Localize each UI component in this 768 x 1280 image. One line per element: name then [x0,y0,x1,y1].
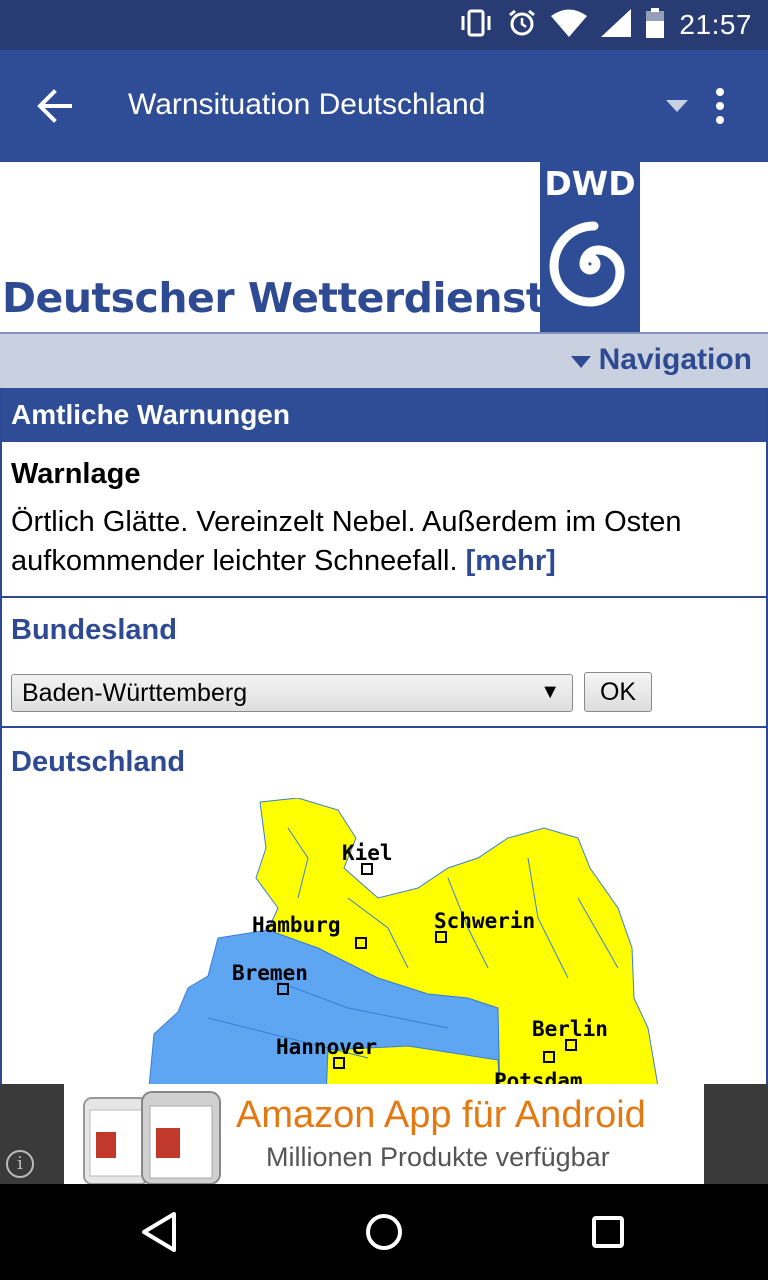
system-navigation-bar [0,1184,768,1280]
select-arrow-icon: ▼ [540,681,560,703]
ad-headline: Amazon App für Android [236,1094,646,1136]
dwd-banner[interactable]: Deutscher Wetterdienst DWD [0,162,768,332]
city-label-kiel: Kiel [342,841,393,865]
more-vert-icon [716,88,724,124]
bundesland-selected-value: Baden-Württemberg [22,679,248,707]
arrow-back-icon [37,89,72,123]
ad-info-icon[interactable]: i [6,1150,34,1178]
ad-content[interactable]: Amazon App für Android Millionen Produkt… [64,1084,704,1184]
navigation-label: Navigation [598,343,752,376]
warnlage-box: Warnlage Örtlich Glätte. Vereinzelt Nebe… [2,442,766,598]
ok-button[interactable]: OK [584,672,652,712]
triangle-down-icon [570,356,591,368]
city-label-hamburg: Hamburg [252,913,341,937]
warnlage-text: Örtlich Glätte. Vereinzelt Nebel. Außerd… [11,506,682,577]
city-label-schwerin: Schwerin [434,909,535,933]
ad-subline: Millionen Produkte verfügbar [266,1142,610,1172]
section-header: Amtliche Warnungen [2,388,766,442]
bundesland-box: Bundesland Baden-Württemberg ▼ OK [2,598,766,728]
home-nav-icon[interactable] [362,1210,406,1254]
deutschland-heading: Deutschland [11,746,186,778]
spiral-icon [549,221,625,307]
back-nav-icon[interactable] [138,1210,182,1254]
back-button[interactable] [30,80,82,132]
city-label-berlin: Berlin [532,1017,608,1041]
recents-nav-icon[interactable] [586,1210,630,1254]
city-marker [361,863,373,875]
warning-map[interactable]: Kiel Hamburg Schwerin Bremen Berlin Hann… [148,798,660,1084]
ad-banner[interactable]: i Amazon App für Android Millionen Produ… [0,1084,768,1184]
dwd-wordmark: Deutscher Wetterdienst [2,274,546,322]
app-bar: Warnsituation Deutschland [0,50,768,162]
more-link[interactable]: [mehr] [466,545,556,577]
city-label-hannover: Hannover [276,1035,377,1059]
dwd-logo: DWD [540,162,640,332]
status-bar: 21:57 [0,0,768,50]
bundesland-select[interactable]: Baden-Württemberg ▼ [11,674,573,712]
city-label-potsdam: Potsdam [494,1069,583,1084]
warnlage-text-block: Örtlich Glätte. Vereinzelt Nebel. Außerd… [11,503,757,581]
page-title: Warnsituation Deutschland [128,88,486,121]
main-content: Amtliche Warnungen Warnlage Örtlich Glät… [0,388,768,1084]
deutschland-box: Deutschland Kiel Hamburg Schwerin Bremen… [2,728,766,1084]
clock: 21:57 [679,9,752,40]
phones-image [83,1091,221,1184]
vibrate-icon [459,8,493,43]
battery-icon [645,7,665,43]
warnlage-heading: Warnlage [11,458,141,490]
dwd-logo-text: DWD [544,164,636,203]
wifi-icon [551,9,588,42]
alarm-icon [507,8,537,43]
bundesland-heading: Bundesland [11,614,177,646]
city-label-bremen: Bremen [232,961,308,985]
title-dropdown-button[interactable] [660,94,694,118]
navigation-bar: Navigation [0,332,768,388]
signal-icon [601,8,632,42]
overflow-menu-button[interactable] [704,86,736,128]
dropdown-arrow-icon [666,100,688,112]
navigation-toggle[interactable]: Navigation [570,343,752,377]
